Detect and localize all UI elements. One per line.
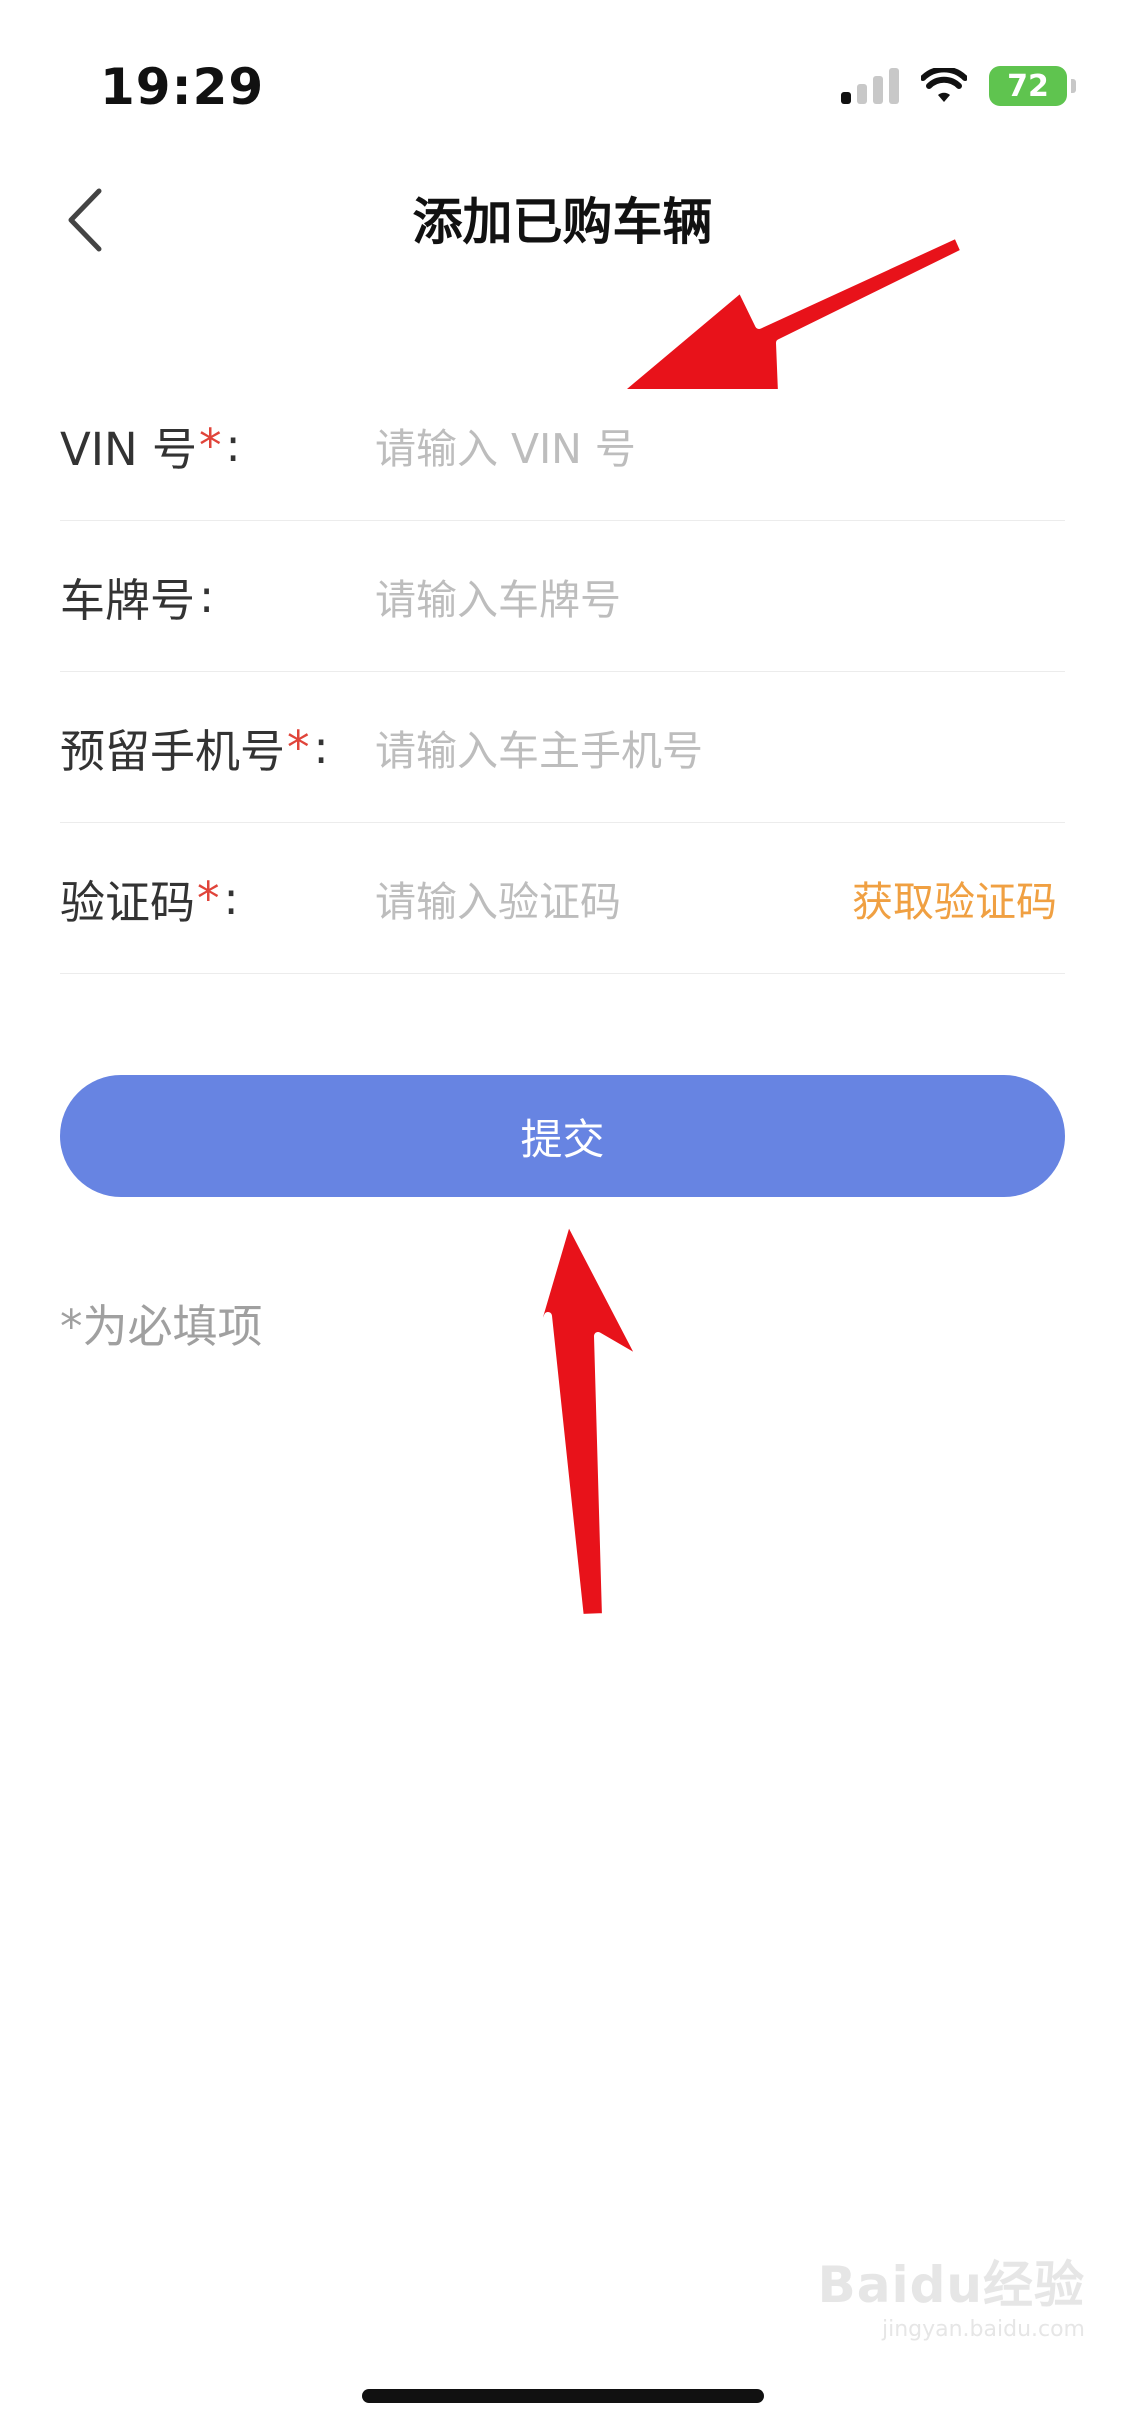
annotation-arrows [517, 230, 969, 1622]
watermark-text: Baidu经验 [817, 2256, 1085, 2314]
watermark-sub: jingyan.baidu.com [881, 2317, 1085, 2342]
baidu-watermark: Baidu经验 jingyan.baidu.com [818, 2245, 1085, 2342]
annotation-arrow-submit [517, 1214, 647, 1622]
annotation-arrow-vin [612, 230, 969, 397]
home-indicator[interactable] [362, 2389, 764, 2403]
